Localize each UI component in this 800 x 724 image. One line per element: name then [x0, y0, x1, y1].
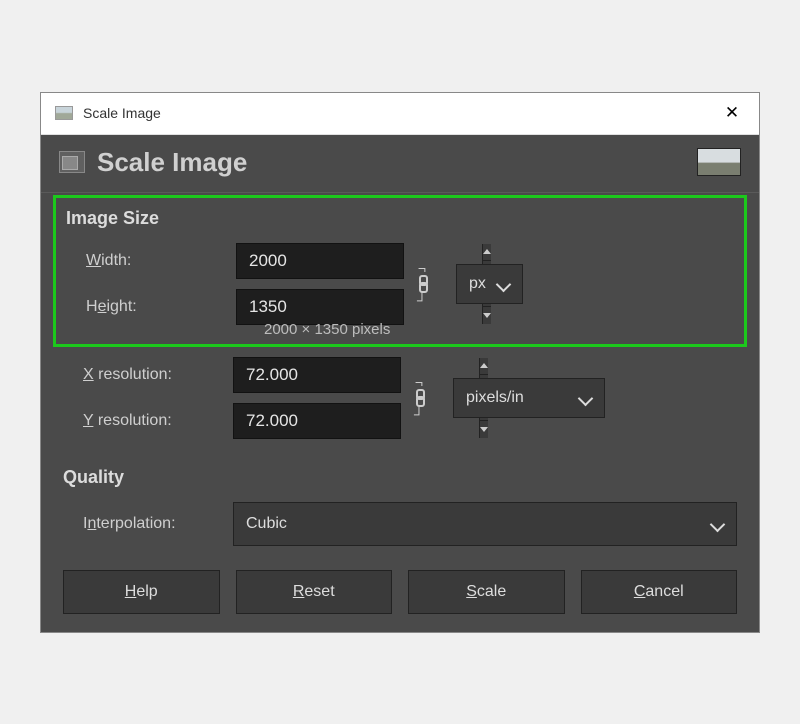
y-resolution-field[interactable]: [234, 404, 479, 438]
size-unit-value: px: [469, 275, 486, 293]
titlebar-icon: [55, 106, 73, 120]
y-resolution-label: Y resolution:: [63, 403, 233, 439]
bracket-bottom: ┘: [414, 409, 426, 419]
chevron-down-icon: [712, 518, 724, 530]
interpolation-value: Cubic: [246, 515, 287, 533]
width-label: Width:: [66, 243, 236, 279]
x-resolution-input[interactable]: [233, 357, 401, 393]
scale-image-header-icon: [59, 151, 85, 173]
close-icon[interactable]: ✕: [709, 92, 755, 134]
height-input[interactable]: [236, 289, 404, 325]
button-bar: Help Reset Scale Cancel: [63, 570, 737, 614]
resolution-unit-value: pixels/in: [466, 389, 524, 407]
image-size-label: Image Size: [66, 208, 734, 229]
image-thumbnail: [697, 148, 741, 176]
chevron-down-icon: [498, 278, 510, 290]
size-unit-dropdown[interactable]: px: [456, 264, 523, 304]
chevron-down-icon: [580, 392, 592, 404]
height-label: Height:: [66, 289, 236, 325]
bracket-top: ¬: [415, 377, 425, 387]
width-field[interactable]: [237, 244, 482, 278]
width-input[interactable]: [236, 243, 404, 279]
interpolation-dropdown[interactable]: Cubic: [233, 502, 737, 546]
scale-button[interactable]: Scale: [408, 570, 565, 614]
x-resolution-field[interactable]: [234, 358, 479, 392]
dialog-content: Scale Image Image Size Width: Height:: [41, 135, 759, 632]
bracket-top: ¬: [418, 263, 428, 273]
cancel-button[interactable]: Cancel: [581, 570, 738, 614]
image-size-highlight: Image Size Width: Height:: [53, 195, 747, 347]
resolution-unit-dropdown[interactable]: pixels/in: [453, 378, 605, 418]
bracket-bottom: ┘: [417, 295, 429, 305]
interpolation-label: Interpolation:: [63, 515, 233, 533]
scale-image-dialog: Scale Image ✕ Scale Image Image Size Wid…: [40, 92, 760, 633]
reset-button[interactable]: Reset: [236, 570, 393, 614]
titlebar-title: Scale Image: [83, 105, 161, 121]
x-resolution-label: X resolution:: [63, 357, 233, 393]
help-button[interactable]: Help: [63, 570, 220, 614]
height-field[interactable]: [237, 290, 482, 324]
quality-label: Quality: [63, 467, 737, 488]
titlebar: Scale Image ✕: [41, 93, 759, 135]
y-resolution-input[interactable]: [233, 403, 401, 439]
dialog-title: Scale Image: [97, 147, 247, 178]
dialog-header: Scale Image: [41, 135, 759, 193]
